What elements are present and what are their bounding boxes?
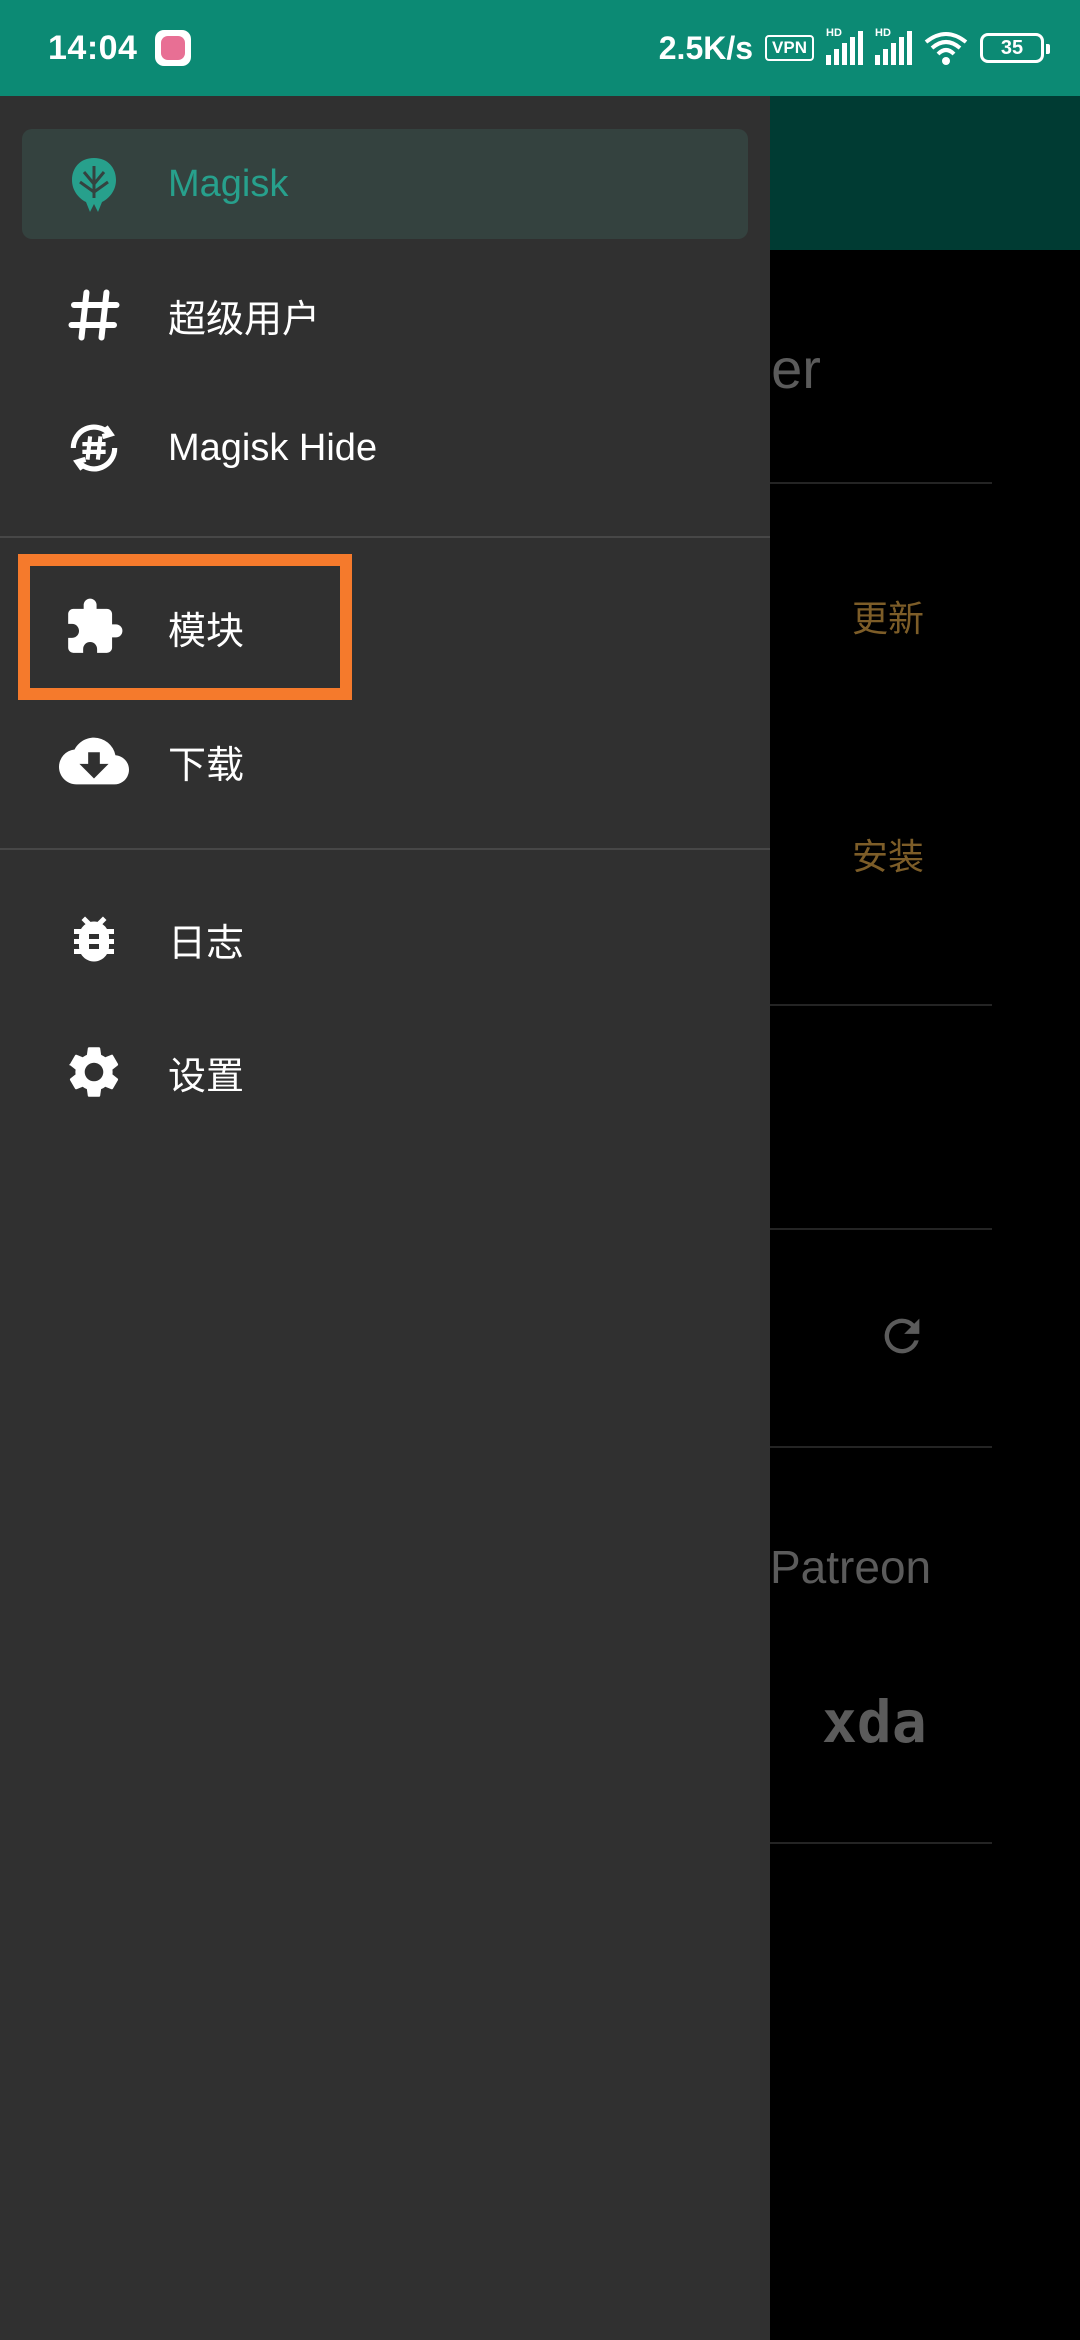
gear-icon xyxy=(58,1036,130,1108)
magisk-hide-icon xyxy=(58,412,130,484)
drawer-item-modules[interactable]: 模块 xyxy=(0,562,770,692)
drawer-item-logs[interactable]: 日志 xyxy=(0,874,770,1004)
drawer-item-downloads[interactable]: 下载 xyxy=(0,696,770,826)
drawer-item-label: 日志 xyxy=(168,922,245,965)
status-time: 14:04 xyxy=(48,28,138,67)
status-bar: 14:04 2.5K/s VPN HD HD 35 xyxy=(0,0,1080,96)
drawer-item-label: 超级用户 xyxy=(168,298,321,341)
drawer-divider xyxy=(0,848,770,850)
status-indicators: 2.5K/s VPN HD HD 35 xyxy=(658,27,1050,67)
sim2-hd-label: HD xyxy=(875,27,891,39)
patreon-link: Patreon xyxy=(770,1541,932,1593)
network-speed: 2.5K/s xyxy=(658,29,754,66)
drawer-item-label: 下载 xyxy=(168,744,245,787)
install-button: 安装 xyxy=(852,836,925,877)
puzzle-icon xyxy=(58,591,130,663)
drawer-divider xyxy=(0,536,770,538)
hash-icon xyxy=(58,279,130,351)
drawer-item-label: 模块 xyxy=(168,610,245,653)
background-divider xyxy=(770,1446,992,1448)
magisk-logo-icon xyxy=(58,148,130,220)
signal-icon: HD xyxy=(826,27,863,65)
drawer-item-superuser[interactable]: 超级用户 xyxy=(0,250,770,380)
drawer-item-label: Magisk xyxy=(168,162,289,205)
battery-icon: 35 xyxy=(980,33,1050,63)
cloud-download-icon xyxy=(58,725,130,797)
wifi-icon xyxy=(924,32,968,65)
drawer-item-magisk-hide[interactable]: Magisk Hide xyxy=(0,383,770,513)
navigation-drawer: Magisk 超级用户 Magisk Hide 模块 下载 日志 设置 xyxy=(0,96,770,2340)
xda-link: xda xyxy=(822,1688,927,1756)
background-divider xyxy=(770,482,992,484)
background-divider xyxy=(770,1004,992,1006)
drawer-item-label: 设置 xyxy=(168,1055,245,1098)
update-button: 更新 xyxy=(852,598,925,639)
bug-icon xyxy=(58,903,130,975)
signal-icon: HD xyxy=(875,27,912,65)
background-divider xyxy=(770,1228,992,1230)
background-divider xyxy=(770,1842,992,1844)
vpn-badge: VPN xyxy=(765,34,814,62)
refresh-icon xyxy=(884,1318,920,1354)
sim1-hd-label: HD xyxy=(826,27,842,39)
drawer-item-magisk[interactable]: Magisk xyxy=(22,129,748,239)
app-notification-icon xyxy=(155,30,192,66)
drawer-item-label: Magisk Hide xyxy=(168,426,378,469)
drawer-item-settings[interactable]: 设置 xyxy=(0,1007,770,1137)
